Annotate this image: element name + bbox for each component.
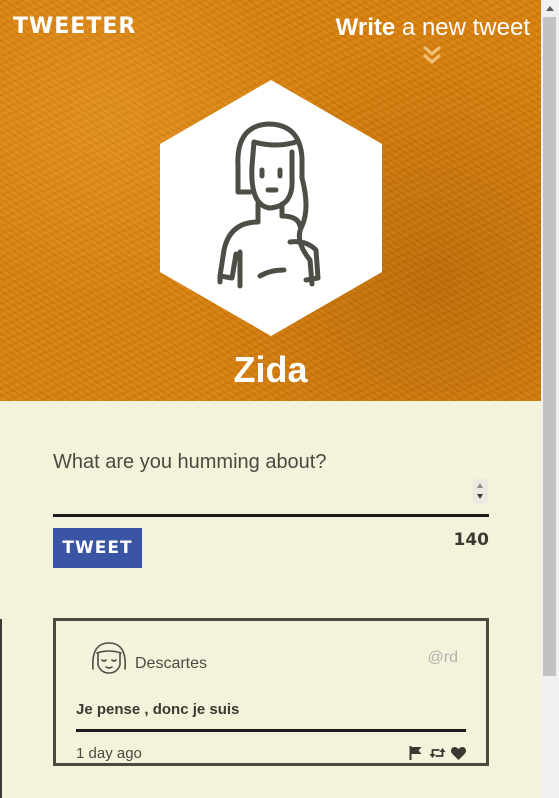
scrollbar-thumb[interactable] xyxy=(543,17,556,676)
write-label-bold: Write xyxy=(335,14,396,41)
write-label-rest: a new tweet xyxy=(401,14,530,41)
tweet-handle[interactable]: @rd xyxy=(428,649,458,667)
girl-avatar-icon xyxy=(92,642,126,674)
tweet-divider xyxy=(76,729,466,732)
tweet-username[interactable]: Descartes xyxy=(135,655,207,673)
retweet-icon[interactable] xyxy=(429,745,446,761)
tweet-button[interactable]: TWEET xyxy=(53,528,142,568)
page: TWEETER Write a new tweet Zida What are … xyxy=(0,0,541,798)
tweet-time: 1 day ago xyxy=(76,745,142,762)
brand-logo[interactable]: TWEETER xyxy=(13,14,136,39)
textarea-spinner[interactable] xyxy=(473,479,488,504)
flag-icon[interactable] xyxy=(408,745,425,761)
spin-up-icon[interactable] xyxy=(477,483,483,488)
tweet-textarea[interactable] xyxy=(53,451,489,509)
char-counter: 140 xyxy=(453,530,490,550)
scrollbar[interactable] xyxy=(541,0,559,798)
compose-panel xyxy=(0,401,541,619)
tweet-card[interactable]: Descartes @rd Je pense , donc je suis 1 … xyxy=(53,618,489,766)
profile-name: Zida xyxy=(233,349,308,390)
avatar-hexagon xyxy=(160,80,382,336)
profile-header: TWEETER Write a new tweet Zida xyxy=(0,0,541,401)
scroll-up-icon[interactable] xyxy=(546,6,554,11)
double-chevron-down-icon[interactable] xyxy=(420,44,444,66)
spin-down-icon[interactable] xyxy=(477,494,483,499)
tweet-text: Je pense , donc je suis xyxy=(76,701,240,718)
tweet-actions xyxy=(408,745,468,761)
compose-divider xyxy=(53,514,489,517)
write-new-tweet-link[interactable]: Write a new tweet xyxy=(336,14,530,42)
heart-icon[interactable] xyxy=(450,745,467,761)
